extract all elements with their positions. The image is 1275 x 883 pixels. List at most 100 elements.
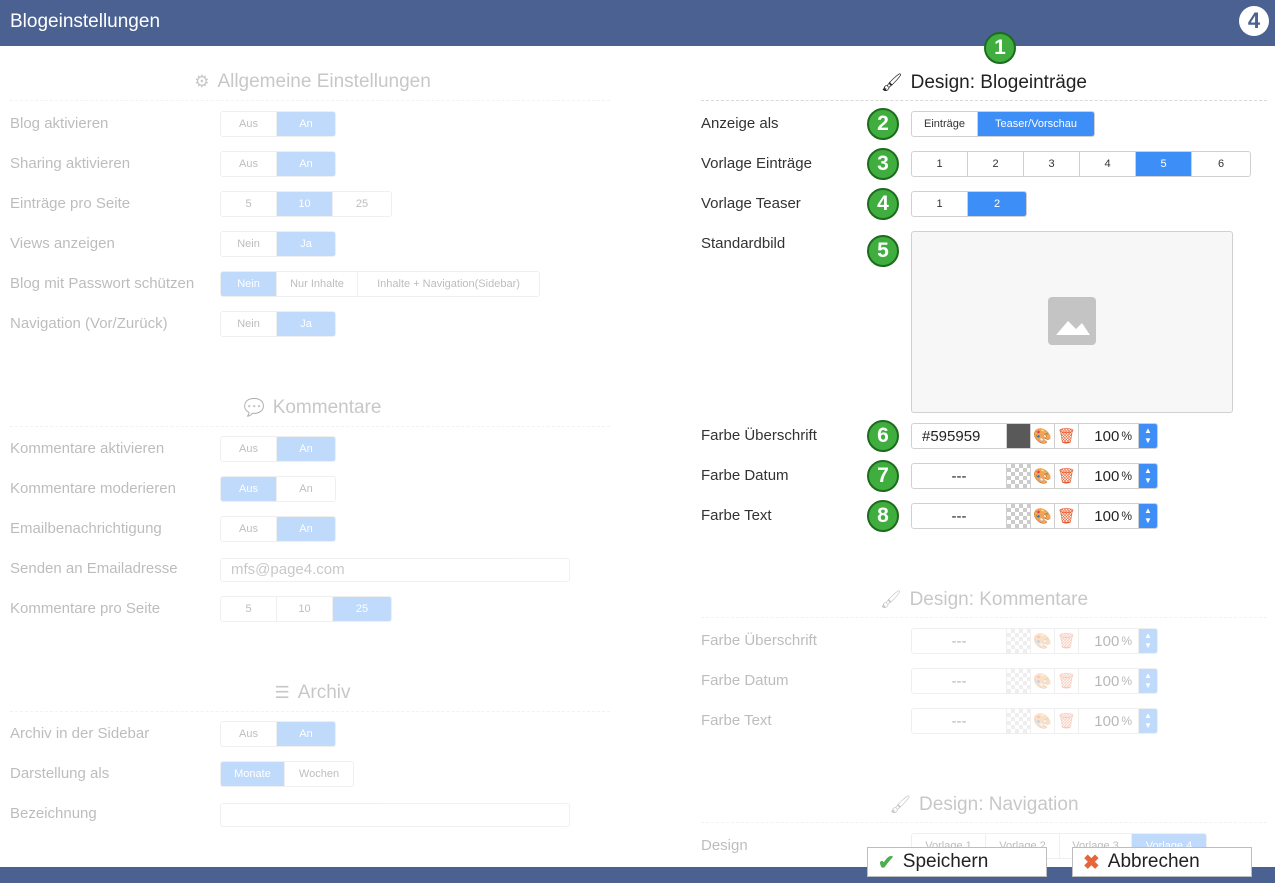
- opacity-stepper[interactable]: ▲ ▼: [1139, 709, 1157, 733]
- chevron-up-icon[interactable]: ▲: [1144, 671, 1152, 681]
- color-value-field[interactable]: ---: [912, 669, 1007, 693]
- comments-moderate-toggle[interactable]: Aus An: [220, 476, 336, 502]
- option-an[interactable]: An: [277, 152, 335, 176]
- password-protect-toggle[interactable]: Nein Nur Inhalte Inhalte + Navigation(Si…: [220, 271, 540, 297]
- color-date-control[interactable]: --- 🎨 🗑 100% ▲ ▼: [911, 463, 1158, 489]
- trash-icon[interactable]: 🗑: [1055, 709, 1079, 733]
- save-button[interactable]: ✔ Speichern: [867, 847, 1047, 877]
- opacity-field[interactable]: 100%: [1079, 424, 1139, 448]
- color-date-control[interactable]: --- 🎨 🗑 100% ▲ ▼: [911, 668, 1158, 694]
- option-nein[interactable]: Nein: [221, 312, 277, 336]
- palette-icon[interactable]: 🎨: [1031, 669, 1055, 693]
- option-2[interactable]: 2: [968, 152, 1024, 176]
- display-as-toggle[interactable]: Einträge Teaser/Vorschau: [911, 111, 1095, 137]
- chevron-up-icon[interactable]: ▲: [1144, 506, 1152, 516]
- opacity-field[interactable]: 100%: [1079, 464, 1139, 488]
- trash-icon[interactable]: 🗑: [1055, 504, 1079, 528]
- palette-icon[interactable]: 🎨: [1031, 424, 1055, 448]
- archive-sidebar-toggle[interactable]: Aus An: [220, 721, 336, 747]
- color-swatch[interactable]: [1007, 504, 1031, 528]
- color-value-field[interactable]: ---: [912, 464, 1007, 488]
- color-heading-control[interactable]: #595959 🎨 🗑 100% ▲ ▼: [911, 423, 1158, 449]
- option-aus[interactable]: Aus: [221, 437, 277, 461]
- option-an[interactable]: An: [277, 517, 335, 541]
- option-4[interactable]: 4: [1080, 152, 1136, 176]
- color-swatch[interactable]: [1007, 709, 1031, 733]
- entries-per-page-toggle[interactable]: 5 10 25: [220, 191, 392, 217]
- option-aus[interactable]: Aus: [221, 112, 277, 136]
- option-3[interactable]: 3: [1024, 152, 1080, 176]
- palette-icon[interactable]: 🎨: [1031, 629, 1055, 653]
- designation-field[interactable]: [220, 803, 570, 827]
- trash-icon[interactable]: 🗑: [1055, 424, 1079, 448]
- option-aus[interactable]: Aus: [221, 517, 277, 541]
- chevron-up-icon[interactable]: ▲: [1144, 631, 1152, 641]
- chevron-up-icon[interactable]: ▲: [1144, 426, 1152, 436]
- option-nein[interactable]: Nein: [221, 272, 277, 296]
- cancel-button[interactable]: ✖ Abbrechen: [1072, 847, 1252, 877]
- template-teaser-toggle[interactable]: 1 2: [911, 191, 1027, 217]
- chevron-down-icon[interactable]: ▼: [1144, 476, 1152, 486]
- color-value-field[interactable]: ---: [912, 629, 1007, 653]
- opacity-stepper[interactable]: ▲ ▼: [1139, 504, 1157, 528]
- option-5[interactable]: 5: [221, 597, 277, 621]
- color-value-field[interactable]: ---: [912, 709, 1007, 733]
- opacity-field[interactable]: 100%: [1079, 629, 1139, 653]
- chevron-down-icon[interactable]: ▼: [1144, 641, 1152, 651]
- display-as-toggle[interactable]: Monate Wochen: [220, 761, 354, 787]
- chevron-down-icon[interactable]: ▼: [1144, 681, 1152, 691]
- option-teaser-vorschau[interactable]: Teaser/Vorschau: [978, 112, 1094, 136]
- option-eintraege[interactable]: Einträge: [912, 112, 978, 136]
- option-5[interactable]: 5: [221, 192, 277, 216]
- color-swatch[interactable]: [1007, 464, 1031, 488]
- palette-icon[interactable]: 🎨: [1031, 464, 1055, 488]
- option-aus[interactable]: Aus: [221, 152, 277, 176]
- template-entries-toggle[interactable]: 1 2 3 4 5 6: [911, 151, 1251, 177]
- trash-icon[interactable]: 🗑: [1055, 629, 1079, 653]
- option-6[interactable]: 6: [1192, 152, 1250, 176]
- option-monate[interactable]: Monate: [221, 762, 285, 786]
- navigation-toggle[interactable]: Nein Ja: [220, 311, 336, 337]
- color-value-field[interactable]: #595959: [912, 424, 1007, 448]
- option-an[interactable]: An: [277, 477, 335, 501]
- option-25[interactable]: 25: [333, 192, 391, 216]
- option-nur-inhalte[interactable]: Nur Inhalte: [277, 272, 358, 296]
- color-text-control[interactable]: --- 🎨 🗑 100% ▲ ▼: [911, 503, 1158, 529]
- color-text-control[interactable]: --- 🎨 🗑 100% ▲ ▼: [911, 708, 1158, 734]
- palette-icon[interactable]: 🎨: [1031, 709, 1055, 733]
- chevron-up-icon[interactable]: ▲: [1144, 711, 1152, 721]
- option-5[interactable]: 5: [1136, 152, 1192, 176]
- opacity-stepper[interactable]: ▲ ▼: [1139, 669, 1157, 693]
- default-image-picker[interactable]: [911, 231, 1233, 413]
- chevron-down-icon[interactable]: ▼: [1144, 516, 1152, 526]
- color-swatch[interactable]: [1007, 629, 1031, 653]
- option-aus[interactable]: Aus: [221, 722, 277, 746]
- chevron-up-icon[interactable]: ▲: [1144, 466, 1152, 476]
- color-heading-control[interactable]: --- 🎨 🗑 100% ▲ ▼: [911, 628, 1158, 654]
- option-25[interactable]: 25: [333, 597, 391, 621]
- opacity-stepper[interactable]: ▲ ▼: [1139, 464, 1157, 488]
- color-value-field[interactable]: ---: [912, 504, 1007, 528]
- comments-activate-toggle[interactable]: Aus An: [220, 436, 336, 462]
- option-an[interactable]: An: [277, 722, 335, 746]
- option-10[interactable]: 10: [277, 192, 333, 216]
- option-ja[interactable]: Ja: [277, 232, 335, 256]
- email-notification-toggle[interactable]: Aus An: [220, 516, 336, 542]
- trash-icon[interactable]: 🗑: [1055, 669, 1079, 693]
- views-show-toggle[interactable]: Nein Ja: [220, 231, 336, 257]
- chevron-down-icon[interactable]: ▼: [1144, 721, 1152, 731]
- option-10[interactable]: 10: [277, 597, 333, 621]
- comments-per-page-toggle[interactable]: 5 10 25: [220, 596, 392, 622]
- option-an[interactable]: An: [277, 437, 335, 461]
- color-swatch[interactable]: [1007, 424, 1031, 448]
- option-wochen[interactable]: Wochen: [285, 762, 353, 786]
- option-ja[interactable]: Ja: [277, 312, 335, 336]
- email-field[interactable]: mfs@page4.com: [220, 558, 570, 582]
- opacity-field[interactable]: 100%: [1079, 709, 1139, 733]
- opacity-field[interactable]: 100%: [1079, 504, 1139, 528]
- option-aus[interactable]: Aus: [221, 477, 277, 501]
- opacity-stepper[interactable]: ▲ ▼: [1139, 424, 1157, 448]
- option-an[interactable]: An: [277, 112, 335, 136]
- option-1[interactable]: 1: [912, 152, 968, 176]
- opacity-stepper[interactable]: ▲ ▼: [1139, 629, 1157, 653]
